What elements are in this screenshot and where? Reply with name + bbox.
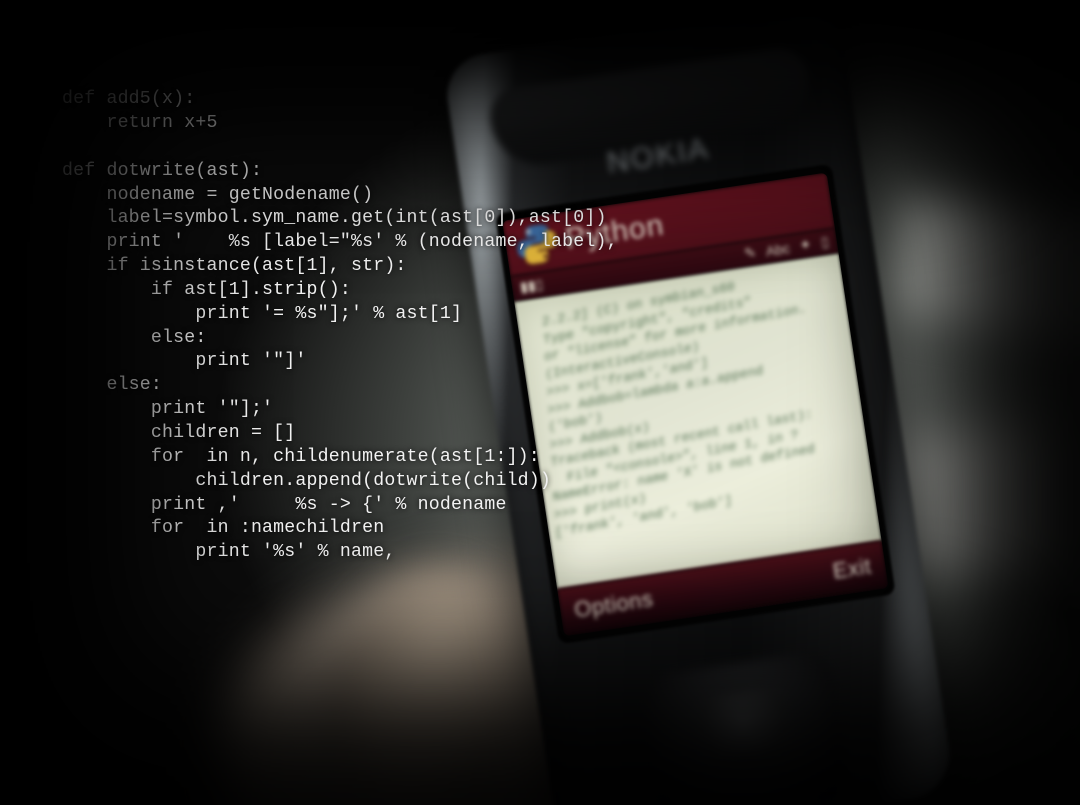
input-mode-indicator: Abc [765,239,791,258]
star-icon: ✦ [798,236,812,255]
background-paper [893,195,1080,344]
softkey-exit[interactable]: Exit [831,553,873,584]
pencil-icon: ✎ [743,244,757,263]
code-overlay: def add5(x): return x+5 def dotwrite(ast… [62,88,618,565]
softkey-options[interactable]: Options [573,586,655,623]
scene: NOKIA Python ▮▮▯ ✎ [0,0,1080,805]
battery-icon: ▯ [820,233,830,251]
